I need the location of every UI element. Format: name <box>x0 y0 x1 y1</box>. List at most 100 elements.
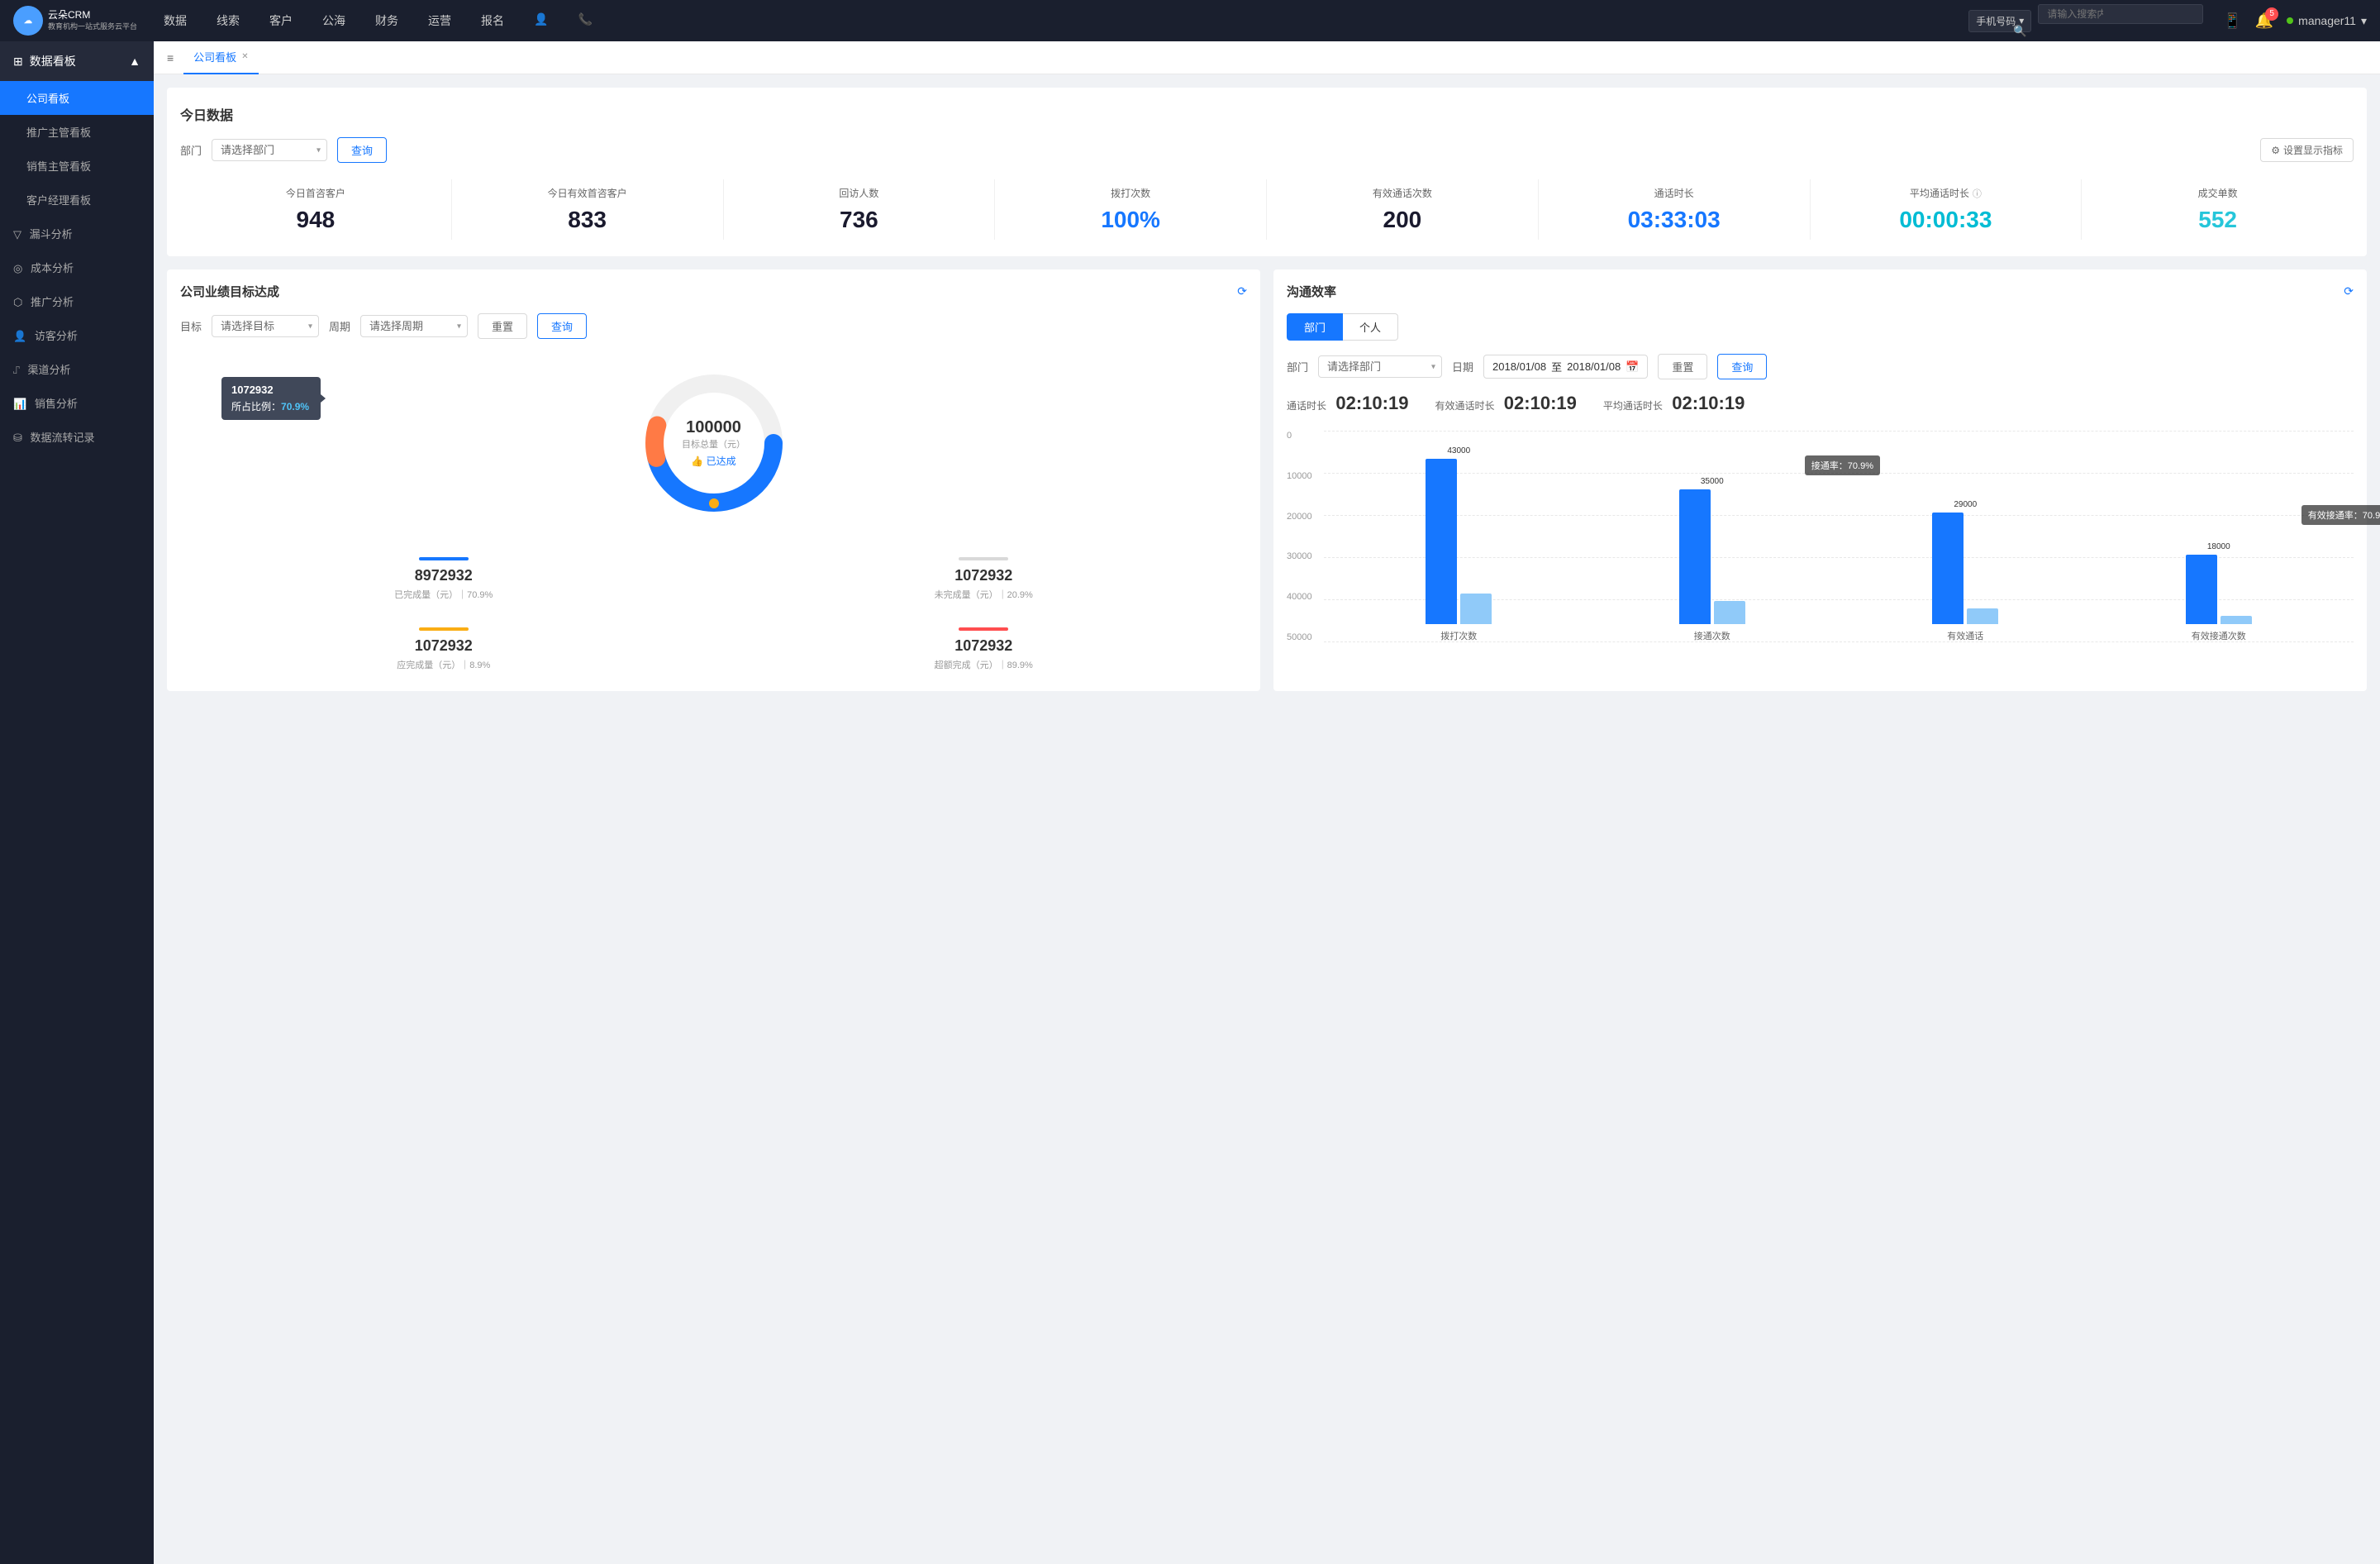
sidebar-section-label: 数据看板 <box>30 53 76 69</box>
nav-search: 手机号码 ▾ 🔍 <box>1968 4 2203 38</box>
target-select-wrapper: 请选择目标 ▾ <box>212 315 319 337</box>
online-indicator <box>2287 17 2293 24</box>
tab-bar: ≡ 公司看板 ✕ <box>154 41 2380 74</box>
sidebar: ⊞ 数据看板 ▲ 公司看板 推广主管看板 销售主管看板 客户经理看板 ▽ 漏斗分… <box>0 41 154 1564</box>
sidebar-item-company-board[interactable]: 公司看板 <box>0 81 154 115</box>
tab-toggle-icon[interactable]: ≡ <box>167 51 174 64</box>
target-form: 目标 请选择目标 ▾ 周期 请选择周期 ▾ <box>180 313 1247 339</box>
query-efficiency-button[interactable]: 查询 <box>1717 354 1767 379</box>
sidebar-item-sales-board[interactable]: 销售主管看板 <box>0 149 154 183</box>
sidebar-item-channel[interactable]: ⑀ 渠道分析 <box>0 352 154 386</box>
bar-effective-sub <box>1967 608 1998 624</box>
efficiency-header: 沟通效率 ⟳ <box>1287 283 2354 300</box>
search-button[interactable]: 🔍 <box>2013 25 2027 38</box>
logo-icon: ☁ <box>13 6 43 36</box>
donut-tooltip: 1072932 所占比例：70.9% <box>221 377 321 420</box>
nav-leads[interactable]: 线索 <box>210 9 246 32</box>
nav-public-sea[interactable]: 公海 <box>316 9 352 32</box>
query-target-button[interactable]: 查询 <box>537 313 587 339</box>
sidebar-section-dashboard: ⊞ 数据看板 ▲ 公司看板 推广主管看板 销售主管看板 客户经理看板 ▽ 漏斗分… <box>0 41 154 454</box>
today-query-button[interactable]: 查询 <box>337 137 387 163</box>
stat-dial-count: 拨打次数 100% <box>995 179 1267 240</box>
nav-operations[interactable]: 运营 <box>421 9 458 32</box>
efficiency-title: 沟通效率 <box>1287 283 1336 300</box>
tab-close-icon[interactable]: ✕ <box>241 52 248 61</box>
bar-group-effective-connected: 有效接通率：70.9% 18000 有效接通次数 <box>2101 431 2338 642</box>
bar-dial-main <box>1426 459 1457 624</box>
company-target-panel: 公司业绩目标达成 ⟳ 目标 请选择目标 ▾ 周期 <box>167 269 1260 691</box>
eff-tab-dept[interactable]: 部门 <box>1287 313 1343 341</box>
sidebar-section-header[interactable]: ⊞ 数据看板 ▲ <box>0 41 154 81</box>
user-info[interactable]: manager11 ▾ <box>2287 14 2367 28</box>
date-start: 2018/01/08 <box>1492 360 1546 373</box>
bar-xlabel-connected: 接通次数 <box>1694 629 1730 642</box>
search-input[interactable] <box>2038 4 2203 24</box>
dept-filter-label: 部门 <box>180 142 202 158</box>
bar-connected-main <box>1679 489 1711 624</box>
company-target-title: 公司业绩目标达成 <box>180 283 279 300</box>
date-end: 2018/01/08 <box>1567 360 1621 373</box>
sidebar-item-cost[interactable]: ◎ 成本分析 <box>0 250 154 284</box>
bar-eff-connected-sub <box>2221 616 2252 624</box>
notification-badge: 5 <box>2265 7 2278 21</box>
incomplete-bar-indicator <box>959 557 1008 560</box>
refresh-target-icon[interactable]: ⟳ <box>1237 284 1247 298</box>
mobile-icon[interactable]: 📱 <box>2223 12 2241 30</box>
page-body: 今日数据 部门 请选择部门 ▾ 查询 ⚙ 设置显 <box>154 74 2380 704</box>
efficiency-filter: 部门 请选择部门 ▾ 日期 2018/01/08 至 2018/01/08 <box>1287 354 2354 379</box>
sidebar-item-promo-analysis[interactable]: ⬡ 推广分析 <box>0 284 154 318</box>
reset-target-button[interactable]: 重置 <box>478 313 527 339</box>
nav-phone-icon[interactable]: 📞 <box>571 9 598 32</box>
sidebar-item-funnel[interactable]: ▽ 漏斗分析 <box>0 217 154 250</box>
settings-button[interactable]: ⚙ 设置显示指标 <box>2260 138 2354 162</box>
sidebar-item-visitor[interactable]: 👤 访客分析 <box>0 318 154 352</box>
bar-effective-main <box>1932 513 1963 624</box>
period-select[interactable]: 请选择周期 <box>360 315 468 337</box>
bar-label-18000: 18000 <box>2207 542 2230 551</box>
date-range-picker[interactable]: 2018/01/08 至 2018/01/08 📅 <box>1483 355 1648 379</box>
refresh-efficiency-icon[interactable]: ⟳ <box>2344 284 2354 298</box>
nav-finance[interactable]: 财务 <box>369 9 405 32</box>
annotation-effective-rate: 有效接通率：70.9% <box>2301 505 2380 525</box>
stat-deal-count: 成交单数 552 <box>2082 179 2354 240</box>
eff-dept-select[interactable]: 请选择部门 <box>1318 355 1442 378</box>
time-stat-avg: 平均通话时长 02:10:19 <box>1603 393 1751 414</box>
reset-efficiency-button[interactable]: 重置 <box>1658 354 1707 379</box>
nav-data[interactable]: 数据 <box>157 9 193 32</box>
eff-date-label: 日期 <box>1452 359 1473 374</box>
bar-label-35000: 35000 <box>1701 477 1724 486</box>
nav-enrollment[interactable]: 报名 <box>474 9 511 32</box>
dept-select[interactable]: 请选择部门 <box>212 139 327 161</box>
sidebar-item-customer-board[interactable]: 客户经理看板 <box>0 183 154 217</box>
nav-person-icon[interactable]: 👤 <box>527 9 555 32</box>
cost-icon: ◎ <box>13 262 22 274</box>
bar-eff-connected-main <box>2186 555 2217 624</box>
filter-left: 部门 请选择部门 ▾ 查询 <box>180 137 387 163</box>
today-data-title: 今日数据 <box>180 104 2354 124</box>
search-wrapper: 🔍 <box>2038 4 2203 38</box>
nav-customers[interactable]: 客户 <box>263 9 299 32</box>
donut-center-text: 100000 目标总量（元） 👍 已达成 <box>682 418 745 468</box>
sidebar-item-sales-analysis[interactable]: 📊 销售分析 <box>0 386 154 420</box>
funnel-icon: ▽ <box>13 228 21 241</box>
sidebar-item-data-flow[interactable]: ⛁ 数据流转记录 <box>0 420 154 454</box>
tab-company-board[interactable]: 公司看板 ✕ <box>183 41 258 74</box>
donut-stat-overachieved: 1072932 超额完成（元）｜89.9% <box>721 621 1248 678</box>
main-layout: ⊞ 数据看板 ▲ 公司看板 推广主管看板 销售主管看板 客户经理看板 ▽ 漏斗分… <box>0 41 2380 1564</box>
username: manager11 <box>2298 14 2356 27</box>
bar-group-dial: 43000 拨打次数 <box>1340 431 1578 642</box>
stat-effective-calls: 有效通话次数 200 <box>1267 179 1539 240</box>
eff-dept-label: 部门 <box>1287 359 1308 374</box>
channel-icon: ⑀ <box>13 364 20 376</box>
sidebar-item-promo-board[interactable]: 推广主管看板 <box>0 115 154 149</box>
bar-label-43000: 43000 <box>1447 446 1470 455</box>
donut-badge: 👍 已达成 <box>682 454 745 468</box>
logo: ☁ 云朵CRM 教育机构一站式服务云平台 <box>13 6 137 36</box>
bar-label-29000: 29000 <box>1954 500 1977 509</box>
settings-icon: ⚙ <box>2271 145 2280 156</box>
period-select-wrapper: 请选择周期 ▾ <box>360 315 468 337</box>
eff-tab-personal[interactable]: 个人 <box>1343 313 1398 341</box>
donut-stat-completed: 8972932 已完成量（元）｜70.9% <box>180 551 707 608</box>
notification-icon[interactable]: 🔔 5 <box>2255 12 2273 30</box>
target-select[interactable]: 请选择目标 <box>212 315 319 337</box>
